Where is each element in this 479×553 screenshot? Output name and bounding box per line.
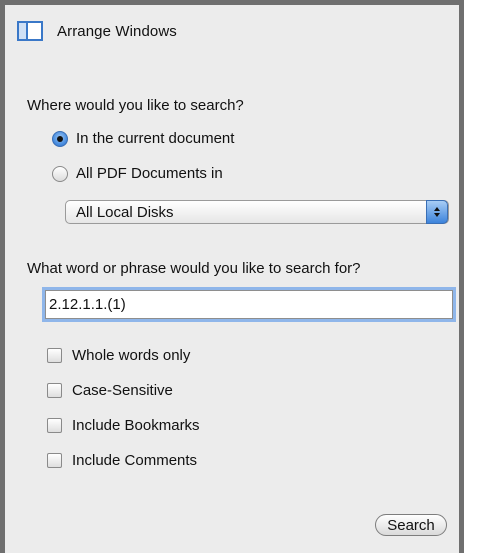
search-phrase-input[interactable] (45, 290, 453, 319)
arrange-windows-label: Arrange Windows (57, 22, 177, 40)
radio-all-pdf-documents-label: All PDF Documents in (76, 165, 223, 182)
checkbox-include-comments-label: Include Comments (72, 452, 198, 469)
checkbox-include-bookmarks-label: Include Bookmarks (72, 417, 200, 434)
checkbox-include-comments[interactable]: Include Comments (47, 452, 197, 469)
checkbox-whole-words-label: Whole words only (72, 347, 191, 364)
radio-current-document[interactable]: In the current document (52, 130, 234, 147)
checkbox-whole-words-box[interactable] (47, 348, 62, 363)
dropdown-arrows-icon[interactable] (426, 200, 448, 224)
checkbox-case-sensitive-box[interactable] (47, 383, 62, 398)
checkbox-whole-words[interactable]: Whole words only (47, 347, 190, 364)
query-question: What word or phrase would you like to se… (27, 260, 361, 277)
checkbox-include-bookmarks-box[interactable] (47, 418, 62, 433)
radio-button-selected[interactable] (52, 130, 68, 147)
scope-question: Where would you like to search? (27, 97, 244, 114)
radio-all-pdf-documents[interactable]: All PDF Documents in (52, 165, 223, 182)
checkbox-include-comments-box[interactable] (47, 453, 62, 468)
checkbox-case-sensitive-label: Case-Sensitive (72, 382, 173, 399)
search-panel: Arrange Windows Where would you like to … (0, 0, 464, 553)
checkbox-case-sensitive[interactable]: Case-Sensitive (47, 382, 173, 399)
radio-current-document-label: In the current document (76, 130, 235, 147)
location-dropdown-value: All Local Disks (76, 203, 174, 221)
search-button[interactable]: Search (375, 514, 447, 536)
arrange-windows-button[interactable]: Arrange Windows (17, 19, 177, 43)
radio-button-unselected[interactable] (52, 165, 68, 182)
arrange-windows-icon (17, 21, 43, 41)
checkbox-include-bookmarks[interactable]: Include Bookmarks (47, 417, 200, 434)
location-dropdown[interactable]: All Local Disks (65, 200, 449, 224)
